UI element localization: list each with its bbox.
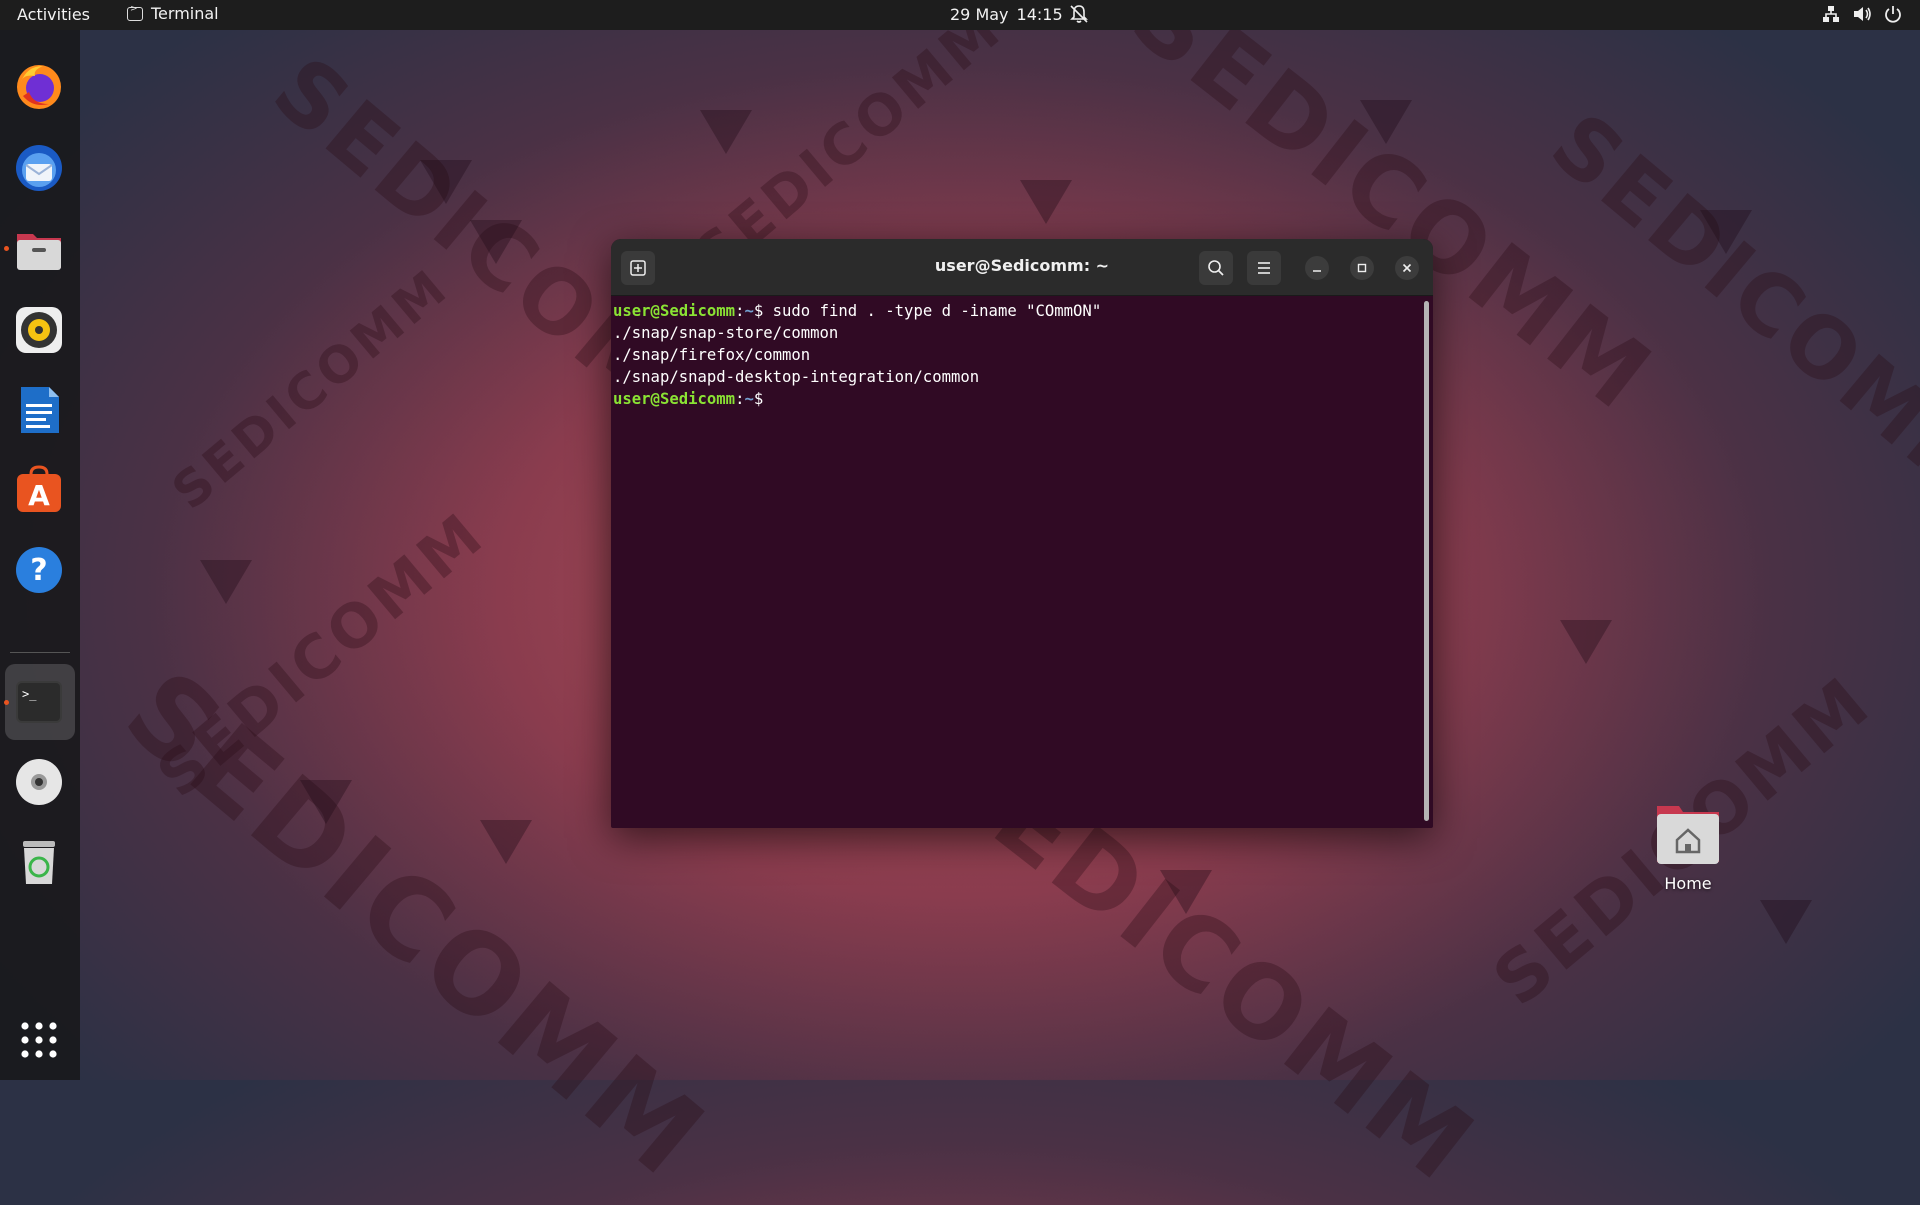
svg-text:?: ?	[30, 553, 47, 588]
wallpaper-watermark: SEDICOMM	[1532, 94, 1920, 524]
scrollbar[interactable]	[1424, 301, 1429, 821]
new-tab-icon	[630, 260, 646, 276]
dock-item-help[interactable]: ?	[11, 542, 67, 598]
terminal-icon: >_	[16, 681, 62, 723]
dock-item-disc[interactable]	[11, 754, 67, 810]
libreoffice-writer-icon	[21, 387, 59, 433]
minimize-button[interactable]	[1305, 256, 1329, 280]
wallpaper-triangle	[1560, 620, 1612, 664]
command-text: sudo find . -type d -iname "COmmON"	[763, 302, 1102, 320]
running-indicator	[4, 700, 9, 705]
dock-item-terminal[interactable]: >_	[11, 674, 67, 730]
close-icon	[1402, 263, 1412, 273]
maximize-button[interactable]	[1350, 256, 1374, 280]
prompt-symbol: $	[753, 302, 764, 320]
help-icon: ?	[16, 547, 62, 593]
wallpaper-triangle	[300, 780, 352, 824]
optical-disc-icon	[16, 759, 62, 805]
dock-item-files[interactable]	[11, 222, 67, 278]
dock: A ? >_	[0, 30, 80, 1080]
svg-text:A: A	[28, 479, 50, 512]
wallpaper-triangle	[1160, 870, 1212, 914]
wallpaper-triangle	[480, 820, 532, 864]
dock-item-firefox[interactable]	[11, 58, 67, 114]
prompt-path: ~	[744, 302, 754, 320]
thunderbird-icon	[16, 145, 62, 191]
wallpaper-triangle	[1700, 210, 1752, 254]
dock-item-show-apps[interactable]	[11, 1012, 67, 1068]
dock-item-rhythmbox[interactable]	[11, 302, 67, 358]
wallpaper-triangle	[420, 160, 472, 204]
app-name: Terminal	[151, 4, 219, 23]
menu-button[interactable]	[1247, 251, 1281, 285]
activities-button[interactable]: Activities	[17, 5, 90, 24]
close-button[interactable]	[1395, 256, 1419, 280]
wallpaper-triangle	[200, 560, 252, 604]
desktop-home-folder[interactable]	[1655, 800, 1721, 868]
firefox-icon	[17, 65, 61, 109]
svg-text:>_: >_	[22, 687, 37, 701]
prompt-line[interactable]: user@Sedicomm:~$	[613, 388, 1413, 410]
dock-item-writer[interactable]	[11, 382, 67, 438]
power-icon[interactable]	[1884, 3, 1902, 29]
wallpaper-triangle	[470, 220, 522, 264]
output-line: ./snap/snap-store/common	[613, 324, 839, 342]
network-icon[interactable]	[1822, 3, 1840, 29]
hamburger-menu-icon	[1258, 262, 1270, 274]
home-folder-icon	[1657, 806, 1719, 864]
maximize-icon	[1357, 263, 1367, 273]
show-apps-icon	[21, 1022, 57, 1058]
top-bar: Activities Terminal 29 May 14:15	[0, 0, 1920, 30]
terminal-headerbar[interactable]: user@Sedicomm: ~	[611, 239, 1433, 296]
files-icon	[17, 234, 61, 270]
dock-item-thunderbird[interactable]	[11, 140, 67, 196]
desktop-home-label[interactable]: Home	[1630, 874, 1746, 893]
command-line: user@Sedicomm:~$ sudo find . -type d -in…	[613, 300, 1413, 322]
new-tab-button[interactable]	[621, 251, 655, 285]
clock-date: 29 May	[950, 5, 1009, 24]
prompt-symbol: $	[753, 390, 764, 408]
wallpaper-watermark: SEDICOMM	[161, 257, 460, 521]
running-indicator	[4, 246, 9, 251]
search-button[interactable]	[1199, 251, 1233, 285]
wallpaper-triangle	[1760, 900, 1812, 944]
terminal-output[interactable]: user@Sedicomm:~$ sudo find . -type d -in…	[613, 300, 1413, 820]
terminal-window[interactable]: user@Sedicomm: ~ user@Sedicomm:~$ sudo f…	[611, 239, 1433, 828]
search-icon	[1208, 260, 1224, 276]
dock-separator	[10, 652, 70, 653]
app-menu[interactable]: Terminal	[127, 4, 219, 23]
dock-item-software[interactable]: A	[11, 462, 67, 518]
clock-time: 14:15	[1016, 5, 1063, 24]
wallpaper-triangle	[1020, 180, 1072, 224]
dock-item-trash[interactable]	[11, 834, 67, 890]
app-center-icon: A	[17, 465, 61, 512]
minimize-icon	[1313, 270, 1321, 272]
wallpaper-triangle	[700, 110, 752, 154]
prompt-user: user@Sedicomm	[613, 302, 736, 320]
wallpaper-triangle	[1360, 100, 1412, 144]
output-line: ./snap/snapd-desktop-integration/common	[613, 368, 980, 386]
prompt-user: user@Sedicomm	[613, 390, 736, 408]
output-line: ./snap/firefox/common	[613, 346, 811, 364]
volume-icon[interactable]	[1852, 3, 1872, 29]
system-tray[interactable]	[1822, 3, 1902, 29]
rhythmbox-icon	[16, 307, 62, 353]
terminal-icon	[127, 4, 143, 21]
trash-icon	[23, 841, 55, 884]
wallpaper-watermark: SEDICOMM	[144, 498, 499, 812]
bell-icon[interactable]	[1070, 3, 1088, 29]
prompt-path: ~	[744, 390, 754, 408]
clock[interactable]: 29 May 14:15	[950, 5, 1063, 24]
